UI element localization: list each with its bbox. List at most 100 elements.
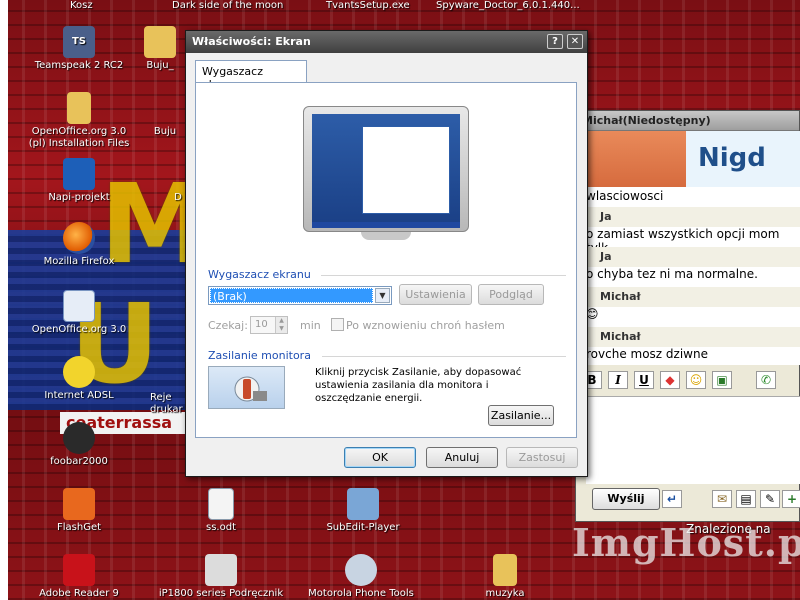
watermark-logo: ImgHost.pl xyxy=(572,520,800,565)
network-icon xyxy=(63,356,95,388)
history-icon[interactable]: ▤ xyxy=(736,490,756,508)
emoticon-icon[interactable]: ☺ xyxy=(686,371,706,389)
desktop-icon-reje[interactable]: Reje drukar xyxy=(150,392,188,416)
edit-icon[interactable]: ✎ xyxy=(760,490,780,508)
resume-password-checkbox[interactable] xyxy=(331,318,344,331)
apply-button[interactable]: Zastosuj xyxy=(506,447,578,468)
dialog-title-bar[interactable]: Właściwości: Ekran ? ✕ xyxy=(186,31,587,53)
napiprojekt-icon xyxy=(63,158,95,190)
teamspeak-icon: TS xyxy=(63,26,95,58)
motorola-icon xyxy=(345,554,377,586)
display-properties-dialog: Właściwości: Ekran ? ✕ Wygaszacz ekranu … xyxy=(185,30,588,477)
firefox-icon xyxy=(63,222,95,254)
power-description: Kliknij przycisk Zasilanie, aby dopasowa… xyxy=(315,367,522,404)
desktop-icon-flashget[interactable]: FlashGet xyxy=(24,488,134,534)
desktop-icon-label: Adobe Reader 9 xyxy=(39,588,119,599)
desktop-label-tvants[interactable]: TvantsSetup.exe xyxy=(326,0,410,11)
help-button[interactable]: ? xyxy=(547,34,563,49)
desktop-icon-label: foobar2000 xyxy=(50,456,108,467)
document-icon xyxy=(208,488,234,520)
ok-button[interactable]: OK xyxy=(344,447,416,468)
desktop-icon-adobe-reader[interactable]: Adobe Reader 9 xyxy=(24,554,134,600)
printer-manual-icon xyxy=(205,554,237,586)
desktop-label-dark-side[interactable]: Dark side of the moon xyxy=(172,0,283,11)
desktop-icon-label: Teamspeak 2 RC2 xyxy=(34,60,124,71)
desktop-icon-label: FlashGet xyxy=(56,522,102,533)
chat-message: 😊 xyxy=(586,307,599,321)
power-group-label: Zasilanie monitora xyxy=(208,349,311,362)
chevron-down-icon[interactable]: ▼ xyxy=(375,288,390,303)
wait-label: Czekaj: xyxy=(208,319,248,332)
desktop-left-edge xyxy=(0,0,8,600)
desktop-icon-label: iP1800 series Podręcznik xyxy=(158,588,284,599)
power-settings-image xyxy=(208,366,285,409)
desktop-label-spyware[interactable]: Spyware_Doctor_6.0.1.440... xyxy=(436,0,580,11)
openoffice-icon xyxy=(63,290,95,322)
chat-title-bar[interactable]: Michał(Niedostępny) xyxy=(576,111,799,131)
screensaver-panel: Wygaszacz ekranu (Brak) ▼ Ustawienia Pod… xyxy=(195,82,577,438)
desktop-icon-label: Napi-projekt xyxy=(48,192,110,203)
desktop-icon-buju[interactable]: Buju_ xyxy=(130,26,190,72)
desktop-icon-teamspeak[interactable]: TS Teamspeak 2 RC2 xyxy=(24,26,134,72)
desktop-icon-foobar[interactable]: foobar2000 xyxy=(24,422,134,468)
settings-button[interactable]: Ustawienia xyxy=(399,284,472,305)
desktop-icon-subedit[interactable]: SubEdit-Player xyxy=(308,488,418,534)
chat-message-input[interactable] xyxy=(586,396,800,484)
screensaver-select-value: (Brak) xyxy=(210,288,373,303)
desktop-icon-label: OpenOffice.org 3.0 xyxy=(31,324,127,335)
desktop-icon-muzyka[interactable]: muzyka xyxy=(470,554,540,600)
group-divider xyxy=(322,356,566,357)
desktop-icon-label: Buju xyxy=(153,126,177,137)
chat-message: rovche mosz dziwne xyxy=(586,347,708,361)
image-insert-icon[interactable]: ▣ xyxy=(712,371,732,389)
add-contact-icon[interactable]: + xyxy=(782,490,800,508)
desktop-icon-internet-adsl[interactable]: Internet ADSL xyxy=(24,356,134,402)
flashget-icon xyxy=(63,488,95,520)
desktop-icon-napiprojekt[interactable]: Napi-projekt xyxy=(24,158,134,204)
color-picker-icon[interactable]: ◆ xyxy=(660,371,680,389)
desktop-icon-openoffice-install[interactable]: OpenOffice.org 3.0 (pl) Installation Fil… xyxy=(24,92,134,150)
folder-icon xyxy=(67,92,91,124)
desktop-icon-label: Mozilla Firefox xyxy=(43,256,115,267)
close-button[interactable]: ✕ xyxy=(567,34,583,49)
folder-icon xyxy=(493,554,517,586)
desktop-icon-label: OpenOffice.org 3.0 (pl) Installation Fil… xyxy=(28,126,130,149)
underline-button[interactable]: U xyxy=(634,371,654,389)
desktop-icon-label: Buju_ xyxy=(146,60,174,71)
preview-button[interactable]: Podgląd xyxy=(478,284,544,305)
wait-spinner[interactable]: 10 ▲ ▼ xyxy=(250,316,288,334)
wait-unit: min xyxy=(300,319,321,332)
adobe-reader-icon xyxy=(63,554,95,586)
italic-button[interactable]: I xyxy=(608,371,628,389)
desktop-icon-openoffice[interactable]: OpenOffice.org 3.0 xyxy=(24,290,134,336)
phone-call-icon[interactable]: ✆ xyxy=(756,371,776,389)
attach-file-icon[interactable]: ✉ xyxy=(712,490,732,508)
desktop-icon-label: Motorola Phone Tools xyxy=(308,588,414,599)
desktop-icon-buju-2[interactable]: Buju xyxy=(145,126,185,138)
chat-banner: Nigd xyxy=(586,131,800,187)
desktop-icon-ip1800[interactable]: iP1800 series Podręcznik xyxy=(158,554,284,600)
wait-value: 10 xyxy=(255,319,268,330)
desktop-label-kosz[interactable]: Kosz xyxy=(70,0,93,11)
desktop-icon-motorola[interactable]: Motorola Phone Tools xyxy=(306,554,416,600)
send-button[interactable]: Wyślij xyxy=(592,488,660,510)
chat-log[interactable]: wlasciowosci Ja o zamiast wszystkich opc… xyxy=(586,187,800,365)
desktop-icon-label: SubEdit-Player xyxy=(326,522,400,533)
monitor-preview xyxy=(303,106,469,240)
chat-message: wlasciowosci xyxy=(586,189,664,203)
desktop-icon-ss-odt[interactable]: ss.odt xyxy=(166,488,276,534)
subedit-icon xyxy=(347,488,379,520)
chat-title: Michał(Niedostępny) xyxy=(582,114,711,127)
dialog-title: Właściwości: Ekran xyxy=(192,35,311,48)
desktop-icon-label: Reje drukar xyxy=(150,392,183,415)
power-button[interactable]: Zasilanie... xyxy=(488,405,554,426)
tab-screensaver[interactable]: Wygaszacz ekranu xyxy=(195,60,307,91)
enter-icon[interactable]: ↵ xyxy=(662,490,682,508)
desktop-icon-label: D xyxy=(174,192,182,203)
spinner-arrows-icon[interactable]: ▲ ▼ xyxy=(275,317,287,333)
cancel-button[interactable]: Anuluj xyxy=(426,447,498,468)
chat-window: Michał(Niedostępny) Nigd wlasciowosci Ja… xyxy=(575,110,800,522)
screensaver-select[interactable]: (Brak) ▼ xyxy=(208,286,392,305)
folder-icon xyxy=(144,26,176,58)
desktop-icon-firefox[interactable]: Mozilla Firefox xyxy=(24,222,134,268)
